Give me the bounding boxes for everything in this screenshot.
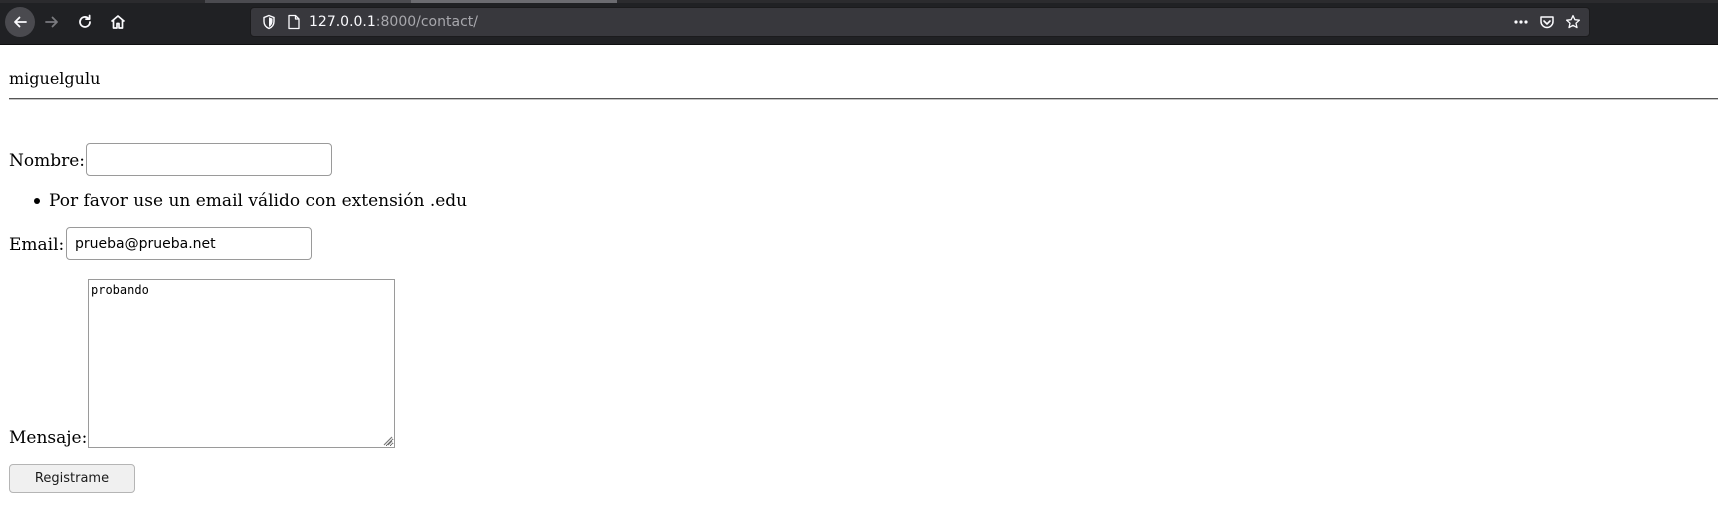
more-actions-icon[interactable] [1513, 14, 1529, 34]
nombre-field[interactable] [86, 143, 332, 176]
username-header: miguelgulu [9, 69, 101, 88]
email-error-list: Por favor use un email válido con extens… [33, 191, 467, 211]
browser-toolbar: 127.0.0.1:8000/contact/ [0, 0, 1718, 45]
bullet-icon [34, 198, 40, 204]
tab-strip [0, 0, 1718, 3]
email-field[interactable] [66, 227, 312, 260]
mensaje-label: Mensaje: [9, 428, 88, 448]
reload-icon [79, 14, 91, 28]
home-icon [110, 15, 126, 29]
url-path: :8000/contact/ [375, 14, 478, 30]
resize-grip-icon[interactable] [381, 434, 393, 446]
page-info-icon[interactable] [287, 14, 301, 34]
reload-button[interactable] [70, 7, 100, 37]
email-label: Email: [9, 235, 65, 255]
url-host: 127.0.0.1 [309, 14, 376, 30]
nombre-label: Nombre: [9, 151, 86, 171]
header-divider [9, 98, 1718, 100]
tracking-shield-icon[interactable] [261, 14, 277, 34]
address-bar[interactable]: 127.0.0.1:8000/contact/ [250, 7, 1590, 37]
email-error-text: Por favor use un email válido con extens… [49, 191, 468, 211]
url-text[interactable]: 127.0.0.1:8000/contact/ [309, 14, 478, 31]
page-content: miguelgulu Nombre: Por favor use un emai… [0, 45, 1718, 519]
forward-icon [45, 16, 58, 28]
submit-button[interactable]: Registrame [9, 464, 135, 493]
home-button[interactable] [103, 7, 133, 37]
urlbar-actions [1513, 14, 1581, 34]
back-icon [14, 16, 27, 28]
forward-button[interactable] [37, 7, 67, 37]
email-error-item: Por favor use un email válido con extens… [33, 191, 467, 211]
mensaje-textarea[interactable]: probando [88, 279, 395, 448]
back-button[interactable] [5, 7, 35, 37]
bookmark-star-icon[interactable] [1565, 14, 1581, 34]
pocket-icon[interactable] [1539, 14, 1555, 34]
